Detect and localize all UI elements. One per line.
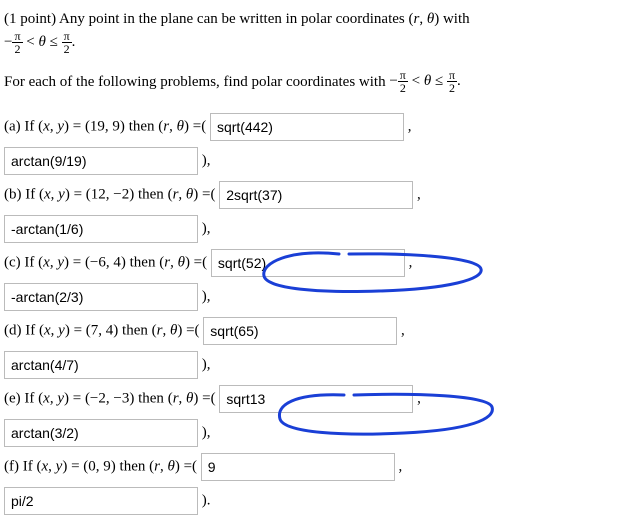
problem-header: (1 point) Any point in the plane can be …: [4, 8, 624, 56]
part-c-theta-input[interactable]: [4, 283, 198, 311]
part-c-r-input[interactable]: [211, 249, 405, 277]
part-d: (d) If (x, y) = (7, 4) then (r, θ) =( ,: [4, 317, 624, 345]
part-a: (a) If (x, y) = (19, 9) then (r, θ) =( ,: [4, 113, 624, 141]
part-e-r-input[interactable]: [219, 385, 413, 413]
part-a-theta-input[interactable]: [4, 147, 198, 175]
range-expr: −π2 < θ ≤ π2.: [4, 34, 75, 50]
intro-text: Any point in the plane can be written in…: [59, 11, 405, 27]
part-f-theta: ).: [4, 487, 624, 515]
part-d-r-input[interactable]: [203, 317, 397, 345]
part-b-theta: ),: [4, 215, 624, 243]
part-e: (e) If (x, y) = (−2, −3) then (r, θ) =( …: [4, 385, 624, 413]
part-d-theta: ),: [4, 351, 624, 379]
part-e-theta-input[interactable]: [4, 419, 198, 447]
instruction: For each of the following problems, find…: [4, 70, 624, 95]
part-c: (c) If (x, y) = (−6, 4) then (r, θ) =( ,: [4, 249, 624, 277]
part-b-r-input[interactable]: [219, 181, 413, 209]
part-f-r-input[interactable]: [201, 453, 395, 481]
part-f: (f) If (x, y) = (0, 9) then (r, θ) =( ,: [4, 453, 624, 481]
part-a-r-input[interactable]: [210, 113, 404, 141]
range-expr-2: −π2 < θ ≤ π2.: [389, 73, 460, 89]
part-b: (b) If (x, y) = (12, −2) then (r, θ) =( …: [4, 181, 624, 209]
with-text: with: [443, 11, 470, 27]
part-a-theta: ),: [4, 147, 624, 175]
coord-expr: (r, θ): [409, 11, 443, 27]
part-b-theta-input[interactable]: [4, 215, 198, 243]
part-d-theta-input[interactable]: [4, 351, 198, 379]
part-e-theta: ),: [4, 419, 624, 447]
points-label: (1 point): [4, 11, 56, 27]
part-c-theta: ),: [4, 283, 624, 311]
part-f-theta-input[interactable]: [4, 487, 198, 515]
